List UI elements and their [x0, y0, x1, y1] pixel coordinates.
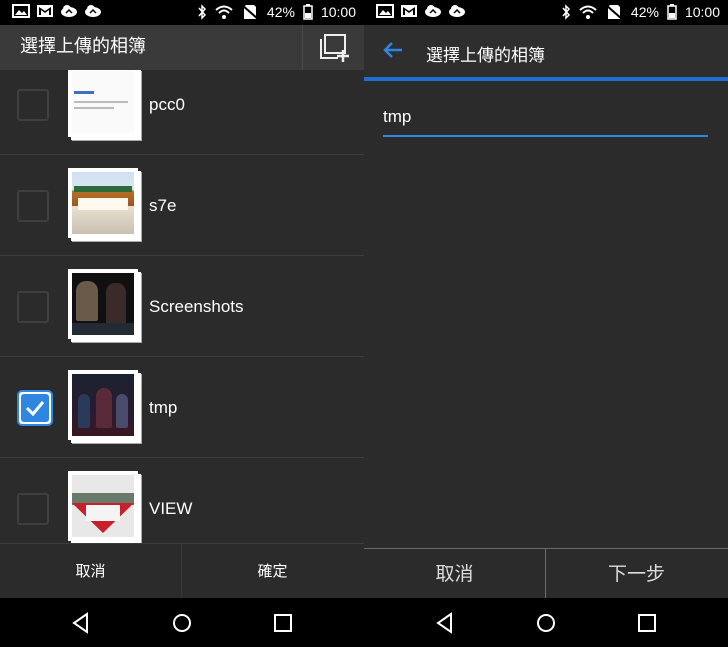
album-row[interactable]: VIEW [0, 457, 364, 543]
album-checkbox[interactable] [17, 190, 49, 222]
gmail-icon [401, 5, 417, 17]
album-name: pcc0 [149, 95, 185, 114]
album-checkbox[interactable] [17, 291, 49, 323]
cloud-icon [61, 5, 77, 17]
status-bar: 42% 10:00 [364, 0, 728, 25]
album-row[interactable]: pcc0 [0, 70, 364, 155]
page-title: 選擇上傳的相簿 [20, 36, 146, 57]
battery-percent: 42% [630, 4, 659, 20]
battery-icon [303, 4, 313, 20]
bluetooth-icon [562, 4, 570, 20]
page-title: 選擇上傳的相簿 [426, 46, 545, 66]
battery-icon [667, 4, 677, 20]
album-checkbox[interactable] [17, 89, 49, 121]
album-thumbnail [68, 70, 138, 137]
album-name: VIEW [149, 499, 193, 518]
wifi-icon [215, 5, 233, 19]
navigation-bar [0, 598, 364, 647]
album-thumbnail [68, 370, 138, 440]
album-checkbox[interactable] [17, 493, 49, 525]
right-screen: 42% 10:00 選擇上傳的相簿 tmp 取消 下一步 [364, 0, 728, 647]
album-name: s7e [149, 196, 177, 215]
album-row[interactable]: Screenshots [0, 255, 364, 357]
cloud-icon [449, 5, 465, 17]
dialog-buttons: 取消 下一步 [364, 548, 728, 599]
image-icon [376, 4, 394, 18]
album-row[interactable]: s7e [0, 154, 364, 256]
wifi-icon [579, 5, 597, 19]
bluetooth-icon [198, 4, 206, 20]
checkmark-icon [21, 394, 49, 422]
album-thumbnail [68, 269, 138, 339]
status-bar: 42% 10:00 [0, 0, 364, 25]
app-bar: 選擇上傳的相簿 [0, 25, 364, 70]
home-nav-icon[interactable] [535, 612, 557, 634]
recents-nav-icon[interactable] [272, 612, 294, 634]
clock: 10:00 [684, 4, 720, 20]
album-name-value: tmp [383, 107, 412, 126]
app-bar: 選擇上傳的相簿 [364, 25, 728, 81]
back-nav-icon[interactable] [434, 612, 456, 634]
album-list: pcc0 s7e Screenshots tmp VIEW [0, 70, 364, 543]
divider [302, 25, 303, 70]
no-sim-icon [241, 4, 259, 20]
recents-nav-icon[interactable] [636, 612, 658, 634]
no-sim-icon [605, 4, 623, 20]
dialog-buttons: 取消 確定 [0, 543, 364, 599]
image-icon [12, 4, 30, 18]
back-arrow-icon[interactable] [382, 39, 404, 61]
album-name: Screenshots [149, 297, 244, 316]
left-screen: 42% 10:00 選擇上傳的相簿 pcc0 s7e Screenshots t… [0, 0, 364, 647]
add-album-icon[interactable] [318, 33, 350, 63]
form-body: tmp [364, 81, 728, 548]
home-nav-icon[interactable] [171, 612, 193, 634]
album-name-field[interactable]: tmp [383, 107, 708, 137]
cancel-button[interactable]: 取消 [0, 544, 181, 599]
confirm-button[interactable]: 確定 [182, 544, 363, 599]
clock: 10:00 [320, 4, 356, 20]
album-name: tmp [149, 398, 178, 417]
album-checkbox[interactable] [17, 390, 53, 426]
gmail-icon [37, 5, 53, 17]
battery-percent: 42% [266, 4, 295, 20]
cancel-button[interactable]: 取消 [364, 549, 545, 599]
next-button[interactable]: 下一步 [546, 549, 727, 599]
album-thumbnail [68, 168, 138, 238]
album-row[interactable]: tmp [0, 356, 364, 458]
cloud-icon [425, 5, 441, 17]
navigation-bar [364, 598, 728, 647]
album-thumbnail [68, 471, 138, 541]
cloud-icon [85, 5, 101, 17]
back-nav-icon[interactable] [70, 612, 92, 634]
